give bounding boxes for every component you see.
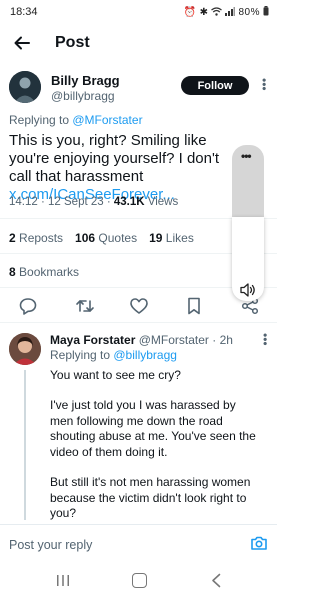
repost-icon[interactable] <box>75 296 95 316</box>
bookmarks-label: Bookmarks <box>15 265 80 279</box>
page-title: Post <box>55 34 90 51</box>
alarm-icon: ⏰ <box>183 7 197 18</box>
replying-prefix: Replying to <box>50 348 114 362</box>
action-bar <box>0 296 277 318</box>
reposts-count: 2 <box>9 231 16 245</box>
bluetooth-icon: ✱ <box>199 7 209 18</box>
overlay-more-icon[interactable]: ••• <box>241 149 252 163</box>
post-body: This is you, right? Smiling like you're … <box>9 132 220 185</box>
post-time: 14:12 <box>9 196 38 208</box>
battery-level: 80% <box>238 7 260 18</box>
signal-icon <box>225 6 236 19</box>
replying-to: Replying to @MForstater <box>9 113 143 127</box>
author-handle[interactable]: @billybragg <box>51 89 115 103</box>
reply-author-name[interactable]: Maya Forstater <box>50 333 135 347</box>
reply-time: · 2h <box>208 333 233 347</box>
replying-to: Replying to @billybragg <box>50 348 177 362</box>
reply-paragraph: But still it's not men harassing women b… <box>50 475 251 520</box>
reply-input[interactable]: Post your reply <box>9 538 92 552</box>
separator: · <box>103 196 114 208</box>
status-icons: ⏰ ✱ 80% <box>184 6 269 19</box>
more-options-icon[interactable]: ••• <box>258 333 272 346</box>
post-text: This is you, right? Smiling like you're … <box>9 132 244 204</box>
likes-stat[interactable]: 19 Likes <box>149 231 194 245</box>
reply-header: Maya Forstater @MForstater · 2h <box>50 333 233 347</box>
separator: · <box>37 196 49 208</box>
bookmark-icon[interactable] <box>184 296 204 316</box>
post-date: 12 Sept 23 <box>48 196 104 208</box>
reply-paragraph: I've just told you I was harassed by men… <box>50 398 256 459</box>
recent-apps-icon[interactable] <box>56 575 70 586</box>
post-meta: 14:12 · 12 Sept 23 · 43.1K Views <box>9 196 178 208</box>
reposts-label: Reposts <box>15 231 64 245</box>
likes-count: 19 <box>149 231 163 245</box>
quotes-count: 106 <box>75 231 96 245</box>
avatar[interactable] <box>9 333 41 365</box>
wifi-icon <box>211 6 223 19</box>
mention-link[interactable]: @MForstater <box>72 113 142 127</box>
bookmarks-count: 8 <box>9 265 16 279</box>
avatar[interactable] <box>9 71 41 103</box>
quotes-label: Quotes <box>95 231 138 245</box>
back-nav-icon[interactable] <box>210 573 222 588</box>
reposts-stat[interactable]: 2 Reposts <box>9 231 63 245</box>
status-bar: 18:34 ⏰ ✱ 80% <box>0 0 277 26</box>
quotes-stat[interactable]: 106 Quotes <box>75 231 137 245</box>
views-count: 43.1K <box>113 196 145 208</box>
like-icon[interactable] <box>129 296 149 316</box>
reply-author-handle[interactable]: @MForstater <box>135 333 209 347</box>
battery-icon <box>263 6 269 19</box>
replying-prefix: Replying to <box>9 113 73 127</box>
author-name[interactable]: Billy Bragg <box>51 73 120 88</box>
volume-icon[interactable] <box>239 282 257 298</box>
home-icon[interactable] <box>132 573 147 588</box>
status-time: 18:34 <box>10 6 38 18</box>
mention-link[interactable]: @billybragg <box>113 348 177 362</box>
thread-line <box>24 370 26 520</box>
divider <box>0 524 277 525</box>
divider <box>0 322 277 323</box>
more-options-icon[interactable]: ••• <box>257 78 271 91</box>
engagement-stats: 2 Reposts 106 Quotes 19 Likes <box>9 231 194 245</box>
camera-icon[interactable] <box>250 535 268 551</box>
views-label: Views <box>144 196 179 208</box>
reply-icon[interactable] <box>18 296 38 316</box>
likes-label: Likes <box>162 231 194 245</box>
follow-button[interactable]: Follow <box>181 76 249 95</box>
reply-paragraph: You want to see me cry? <box>50 368 181 382</box>
bookmarks-stat[interactable]: 8 Bookmarks <box>9 265 79 279</box>
back-arrow-icon[interactable] <box>12 33 32 53</box>
